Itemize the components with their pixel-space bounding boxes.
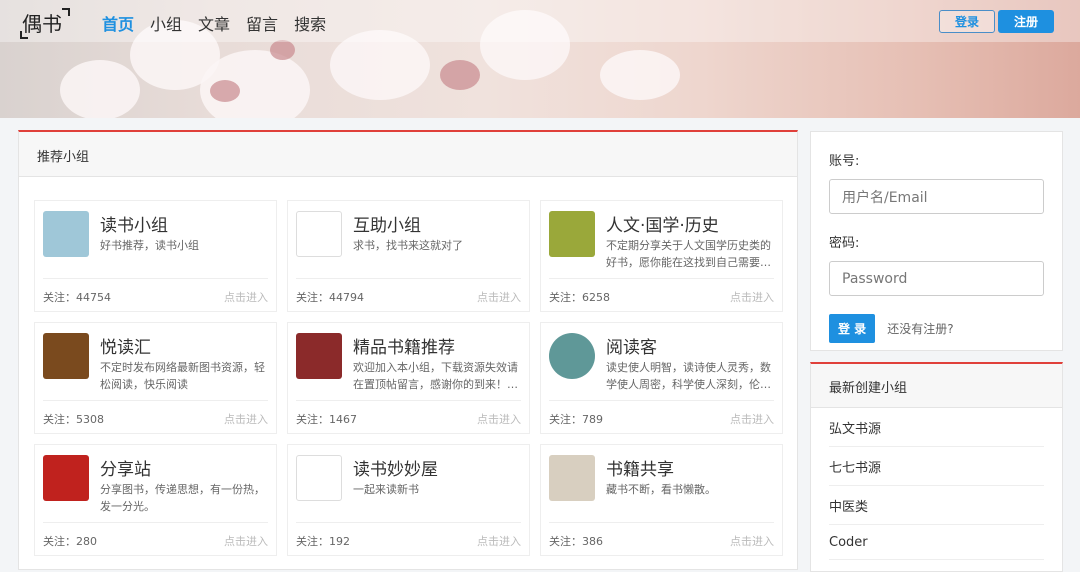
- group-card[interactable]: 阅读客 读史使人明智，读诗使人灵秀，数学使人周密，科学使人深刻，伦… 关注：78…: [540, 322, 783, 434]
- account-input[interactable]: 用户名/Email: [829, 179, 1044, 214]
- books-photo-icon: [549, 455, 595, 501]
- group-name[interactable]: 精品书籍推荐: [353, 333, 455, 358]
- group-card[interactable]: 人文·国学·历史 不定期分享关于人文国学历史类的好书，愿你能在这找到自己需要… …: [540, 200, 783, 312]
- follow-count: 关注：44794: [296, 291, 364, 304]
- group-description: 读史使人明智，读诗使人灵秀，数学使人周密，科学使人深刻，伦…: [606, 361, 771, 391]
- enter-link[interactable]: 点击进入: [730, 289, 774, 305]
- group-description: 一起来读新书: [353, 483, 419, 496]
- new-group-item[interactable]: 七七书源: [829, 447, 1044, 486]
- follow-count: 关注：6258: [549, 291, 610, 304]
- group-name[interactable]: 分享站: [100, 455, 151, 480]
- enter-link[interactable]: 点击进入: [730, 533, 774, 549]
- group-description: 分享图书，传递思想，有一份热，发一分光。: [100, 483, 265, 513]
- new-group-item[interactable]: 弘文书源: [829, 408, 1044, 447]
- group-name[interactable]: 悦读汇: [100, 333, 151, 358]
- login-button[interactable]: 登录: [939, 10, 995, 33]
- group-card[interactable]: 精品书籍推荐 欢迎加入本小组，下载资源失效请在置顶帖留言，感谢你的到来！… 关注…: [287, 322, 530, 434]
- follow-count: 关注：5308: [43, 413, 104, 426]
- group-card[interactable]: 读书小组 好书推荐，读书小组 关注：44754 点击进入: [34, 200, 277, 312]
- register-button[interactable]: 注册: [998, 10, 1054, 33]
- nav-search[interactable]: 搜索: [294, 11, 326, 35]
- open-book-photo-icon: [43, 333, 89, 379]
- book-stack-icon: [43, 211, 89, 257]
- group-name[interactable]: 人文·国学·历史: [606, 211, 719, 236]
- nav-groups[interactable]: 小组: [150, 11, 182, 35]
- new-group-item[interactable]: 中医类: [829, 486, 1044, 525]
- new-group-item[interactable]: Coder: [829, 525, 1044, 560]
- group-name[interactable]: 书籍共享: [606, 455, 674, 480]
- new-groups-panel: 最新创建小组 弘文书源 七七书源 中医类 Coder: [810, 362, 1063, 572]
- group-name[interactable]: 阅读客: [606, 333, 657, 358]
- panel-title: 推荐小组: [19, 132, 797, 177]
- jingpin-logo-icon: [296, 333, 342, 379]
- group-description: 欢迎加入本小组，下载资源失效请在置顶帖留言，感谢你的到来！…: [353, 361, 518, 391]
- group-name[interactable]: 读书妙妙屋: [353, 455, 438, 480]
- top-navbar: 偶书 首页 小组 文章 留言 搜索 登录 注册: [0, 0, 1080, 42]
- enter-link[interactable]: 点击进入: [477, 533, 521, 549]
- password-label: 密码:: [829, 236, 860, 251]
- register-link[interactable]: 还没有注册?: [887, 320, 953, 337]
- follow-count: 关注：386: [549, 535, 603, 548]
- login-submit-button[interactable]: 登 录: [829, 314, 876, 343]
- follow-count: 关注：1467: [296, 413, 357, 426]
- group-card[interactable]: 读书妙妙屋 一起来读新书 关注：192 点击进入: [287, 444, 530, 556]
- enter-link[interactable]: 点击进入: [224, 411, 268, 427]
- nav-messages[interactable]: 留言: [246, 11, 278, 35]
- group-card[interactable]: 书籍共享 藏书不断，看书懒散。 关注：386 点击进入: [540, 444, 783, 556]
- bronze-ding-icon: [549, 211, 595, 257]
- brush-logo-icon: [43, 455, 89, 501]
- group-description: 藏书不断，看书懒散。: [606, 483, 716, 496]
- new-groups-title: 最新创建小组: [811, 364, 1062, 408]
- follow-count: 关注：280: [43, 535, 97, 548]
- group-description: 不定时发布网络最新图书资源，轻松阅读，快乐阅读: [100, 361, 265, 391]
- enter-link[interactable]: 点击进入: [730, 411, 774, 427]
- group-description: 好书推荐，读书小组: [100, 239, 199, 252]
- follow-count: 关注：44754: [43, 291, 111, 304]
- recommended-groups-panel: 推荐小组 读书小组 好书推荐，读书小组 关注：44754 点击进入 互助小组 求书…: [18, 130, 798, 570]
- book-circle-icon: [549, 333, 595, 379]
- group-card[interactable]: 互助小组 求书，找书来这就对了 关注：44794 点击进入: [287, 200, 530, 312]
- follow-count: 关注：192: [296, 535, 350, 548]
- login-panel: 账号: 用户名/Email 密码: Password 登 录 还没有注册?: [810, 131, 1063, 351]
- enter-link[interactable]: 点击进入: [224, 533, 268, 549]
- group-card[interactable]: 分享站 分享图书，传递思想，有一份热，发一分光。 关注：280 点击进入: [34, 444, 277, 556]
- group-description: 不定期分享关于人文国学历史类的好书，愿你能在这找到自己需要…: [606, 239, 771, 269]
- account-label: 账号:: [829, 154, 860, 169]
- password-input[interactable]: Password: [829, 261, 1044, 296]
- follow-count: 关注：789: [549, 413, 603, 426]
- main-nav: 首页 小组 文章 留言 搜索: [102, 11, 326, 35]
- group-name[interactable]: 互助小组: [353, 211, 421, 236]
- group-name[interactable]: 读书小组: [100, 211, 168, 236]
- group-card[interactable]: 悦读汇 不定时发布网络最新图书资源，轻松阅读，快乐阅读 关注：5308 点击进入: [34, 322, 277, 434]
- enter-link[interactable]: 点击进入: [477, 411, 521, 427]
- enter-link[interactable]: 点击进入: [477, 289, 521, 305]
- group-description: 求书，找书来这就对了: [353, 239, 463, 252]
- nav-articles[interactable]: 文章: [198, 11, 230, 35]
- house-icon: [296, 455, 342, 501]
- enter-link[interactable]: 点击进入: [224, 289, 268, 305]
- site-logo[interactable]: 偶书: [20, 8, 70, 39]
- nav-home[interactable]: 首页: [102, 11, 134, 35]
- huzhu-logo-icon: [296, 211, 342, 257]
